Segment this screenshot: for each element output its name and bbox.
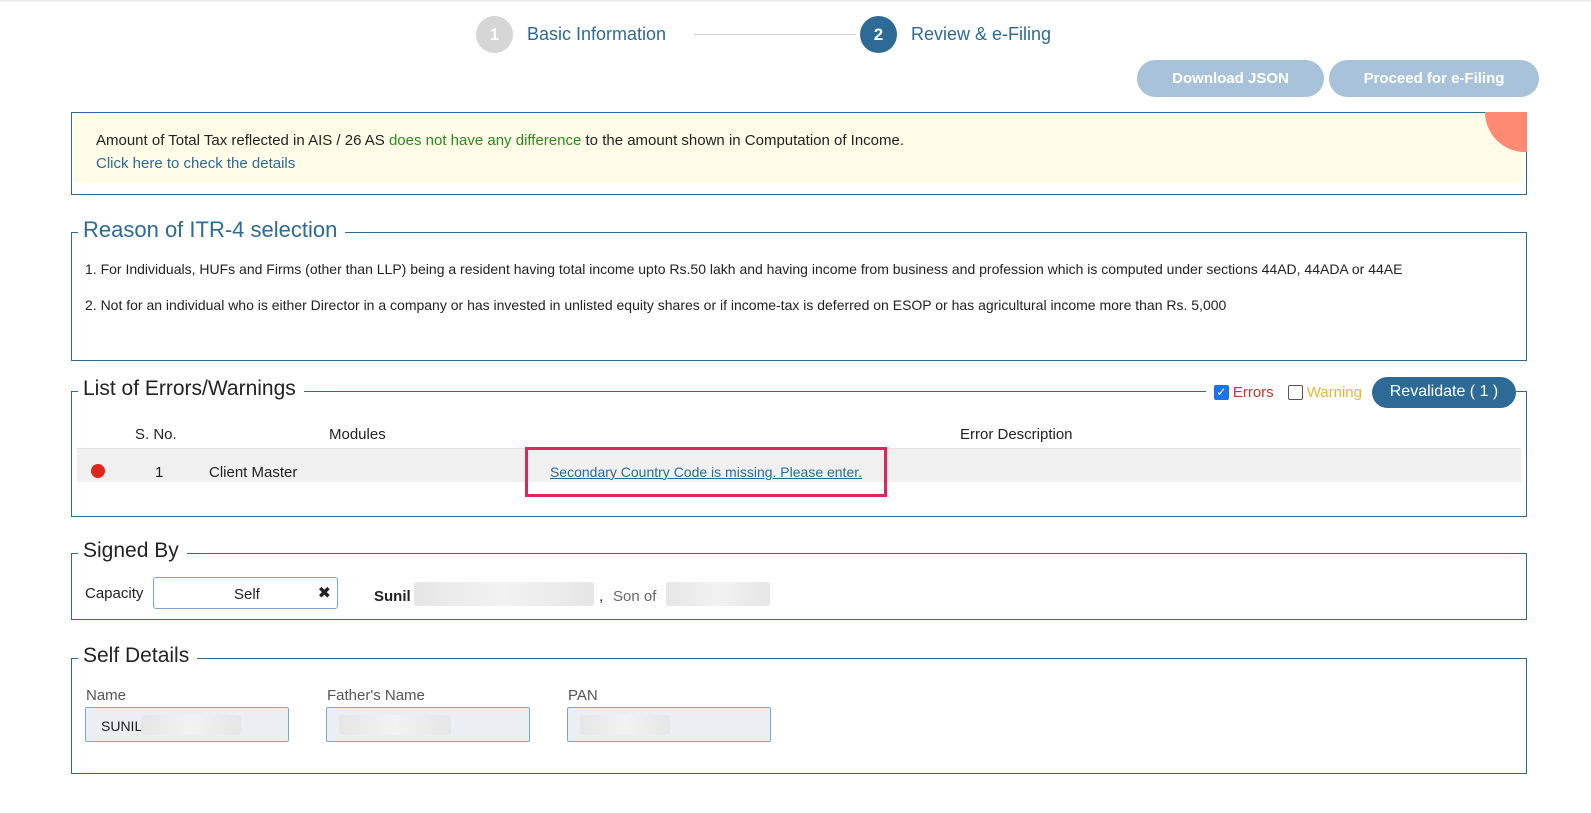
- errors-title: List of Errors/Warnings: [78, 377, 304, 401]
- error-description-highlight: Secondary Country Code is missing. Pleas…: [525, 447, 887, 497]
- errors-section: List of Errors/Warnings ✓ Errors Warning…: [71, 375, 1527, 517]
- reason-line: 2. Not for an individual who is either D…: [85, 297, 1227, 313]
- column-header-sno: S. No.: [135, 426, 177, 443]
- reason-title: Reason of ITR-4 selection: [78, 217, 346, 243]
- step-basic-information[interactable]: 1 Basic Information: [476, 16, 666, 53]
- step-number: 2: [860, 16, 897, 53]
- warning-checkbox[interactable]: [1287, 384, 1303, 400]
- reason-section: Reason of ITR-4 selection 1. For Individ…: [71, 217, 1527, 361]
- name-field[interactable]: SUNIL: [85, 707, 289, 742]
- redacted-pan: [580, 715, 670, 735]
- errors-checkbox[interactable]: ✓: [1213, 384, 1229, 400]
- redacted-name: [141, 715, 241, 735]
- signed-by-title: Signed By: [78, 539, 187, 563]
- signer-name: Sunil: [374, 588, 411, 605]
- pan-label: PAN: [568, 687, 598, 704]
- name-value: SUNIL: [101, 718, 143, 734]
- reason-line: 1. For Individuals, HUFs and Firms (othe…: [85, 261, 1403, 277]
- column-header-modules: Modules: [329, 426, 386, 443]
- step-label: Basic Information: [527, 24, 667, 44]
- warning-filter-label[interactable]: Warning: [1307, 384, 1362, 401]
- notice-text-before: Amount of Total Tax reflected in AIS / 2…: [96, 132, 389, 149]
- errors-filter-label[interactable]: Errors: [1233, 384, 1274, 401]
- name-label: Name: [86, 687, 127, 704]
- revalidate-button[interactable]: Revalidate ( 1 ): [1372, 376, 1516, 408]
- error-status-dot-icon: [91, 464, 105, 478]
- redacted-surname: [414, 582, 594, 606]
- row-module: Client Master: [209, 464, 298, 481]
- redacted-father-name: [339, 715, 451, 735]
- step-connector: [694, 34, 856, 35]
- father-name-label: Father's Name: [327, 687, 425, 704]
- progress-stepper: 1 Basic Information 2 Review & e-Filing: [476, 16, 1076, 53]
- error-filter-controls: ✓ Errors Warning Revalidate ( 1 ): [1205, 375, 1516, 409]
- error-description-link[interactable]: Secondary Country Code is missing. Pleas…: [550, 464, 862, 480]
- self-details-title: Self Details: [78, 644, 198, 668]
- father-name-field[interactable]: [326, 707, 530, 742]
- pan-field[interactable]: [567, 707, 771, 742]
- column-header-description: Error Description: [960, 426, 1073, 443]
- self-details-section: Self Details Name SUNIL Father's Name PA…: [71, 644, 1527, 774]
- clear-icon[interactable]: ✖: [318, 583, 331, 603]
- step-review-efiling[interactable]: 2 Review & e-Filing: [860, 16, 1051, 53]
- redacted-father-name: [666, 582, 770, 606]
- notice-highlight: does not have any difference: [388, 132, 582, 149]
- step-number: 1: [476, 16, 513, 53]
- capacity-select[interactable]: Self ✖: [153, 577, 338, 609]
- download-json-button[interactable]: Download JSON: [1137, 60, 1324, 97]
- tax-notice-text: Amount of Total Tax reflected in AIS / 2…: [96, 132, 1502, 149]
- capacity-label: Capacity: [85, 585, 144, 602]
- tax-notice-box: Amount of Total Tax reflected in AIS / 2…: [71, 112, 1527, 195]
- notice-text-after: to the amount shown in Computation of In…: [585, 132, 905, 149]
- tax-notice-content: Amount of Total Tax reflected in AIS / 2…: [74, 115, 1524, 182]
- step-label: Review & e-Filing: [911, 24, 1052, 44]
- capacity-value: Self: [234, 586, 260, 603]
- son-of-label: Son of: [613, 588, 657, 605]
- name-separator: ,: [599, 588, 604, 605]
- signed-by-section: Signed By Capacity Self ✖ Sunil , Son of: [71, 539, 1527, 620]
- top-shadow: [0, 0, 1591, 3]
- check-details-link[interactable]: Click here to check the details: [96, 155, 1502, 172]
- proceed-efiling-button[interactable]: Proceed for e-Filing: [1329, 60, 1539, 97]
- row-sno: 1: [155, 464, 164, 481]
